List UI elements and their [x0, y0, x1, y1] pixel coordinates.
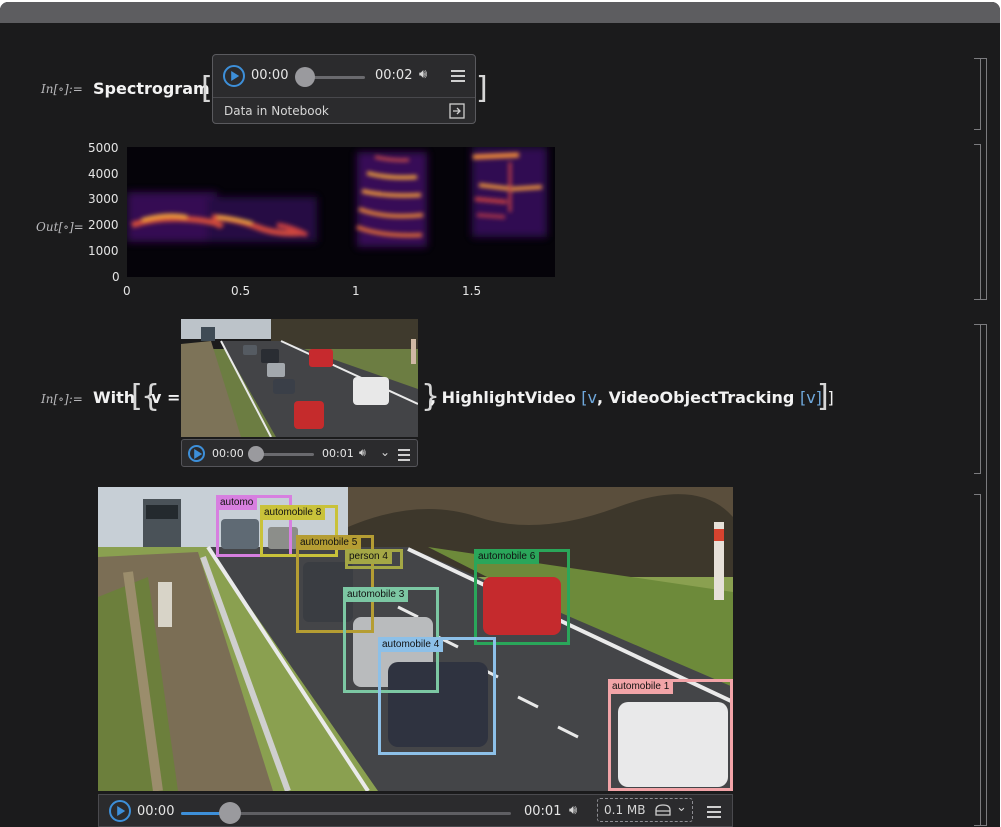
detection-box-automobile-4: automobile 4 — [378, 637, 496, 755]
x-tick: 1 — [352, 284, 360, 298]
output-label: Out[∘]= — [36, 220, 84, 234]
menu-icon[interactable] — [398, 449, 410, 464]
play-icon[interactable] — [223, 65, 245, 87]
input-label: In[∘]:= — [41, 392, 83, 406]
detection-box-automobile-1: automobile 1 — [608, 679, 733, 791]
storage-icon — [655, 804, 671, 816]
y-tick: 0 — [112, 270, 120, 284]
detection-label: person 4 — [345, 549, 392, 564]
detection-label: automobile 6 — [474, 549, 540, 564]
video-controls-small[interactable]: 00:00 00:01 🔊︎ ⌄ — [181, 439, 418, 467]
video-seek-handle[interactable] — [219, 802, 241, 824]
input-label: In[∘]:= — [41, 82, 83, 96]
x-tick: 0.5 — [231, 284, 251, 298]
video-current-time: 00:00 — [137, 804, 175, 819]
cell-bracket-group-1[interactable] — [980, 58, 987, 300]
video-thumbnail[interactable] — [181, 319, 418, 437]
volume-icon[interactable]: 🔊︎ — [359, 446, 366, 460]
menu-icon[interactable] — [707, 806, 721, 821]
x-tick: 0 — [123, 284, 131, 298]
close-bracket: ] — [476, 71, 488, 106]
detection-label: automobile 5 — [296, 535, 362, 550]
export-icon[interactable] — [449, 103, 465, 119]
highlighted-video[interactable]: automo automobile 8 automobile 5 person … — [98, 487, 733, 791]
video-current-time: 00:00 — [212, 447, 244, 460]
detection-label: automobile 4 — [378, 637, 444, 652]
y-tick: 2000 — [88, 218, 119, 232]
video-controls-large[interactable]: 00:00 00:01 🔊︎ 0.1 MB ⌄ — [98, 794, 733, 827]
volume-icon[interactable]: 🔊︎ — [419, 67, 427, 82]
videoobjecttracking-function: , VideoObjectTracking — [597, 388, 795, 407]
v-assignment: v = — [151, 388, 181, 407]
detection-box-automobile-6: automobile 6 — [474, 549, 570, 645]
cell-bracket-output-2[interactable] — [974, 494, 981, 826]
y-tick: 4000 — [88, 167, 119, 181]
highlightvideo-function: , HighlightVideo — [430, 388, 576, 407]
video-seek-handle[interactable] — [248, 446, 264, 462]
chevron-down-icon[interactable]: ⌄ — [380, 445, 390, 459]
audio-current-time: 00:00 — [251, 68, 289, 83]
variable-v2: v — [806, 388, 816, 407]
chevron-down-icon[interactable]: ⌄ — [676, 800, 687, 815]
spectrogram-function: Spectrogram — [93, 79, 210, 98]
video-total-time: 00:01 — [322, 447, 354, 460]
cell-bracket-group-2[interactable] — [980, 324, 987, 826]
with-keyword: With — [93, 388, 136, 407]
detection-label: automobile 3 — [343, 587, 409, 602]
y-tick: 5000 — [88, 141, 119, 155]
spectrogram-image — [127, 147, 555, 277]
highlight-expression: , HighlightVideo [v, VideoObjectTracking… — [430, 388, 834, 407]
volume-icon[interactable]: 🔊︎ — [569, 803, 577, 818]
detection-label: automobile 8 — [260, 505, 326, 520]
detection-box-person-4: person 4 — [345, 549, 403, 569]
open-bracket: [ — [201, 71, 213, 106]
detection-label: automobile 1 — [608, 679, 674, 694]
x-tick: 1.5 — [462, 284, 482, 298]
data-size-label: 0.1 MB — [604, 803, 646, 817]
play-icon[interactable] — [188, 445, 205, 462]
audio-seek-handle[interactable] — [295, 67, 315, 87]
menu-icon[interactable] — [451, 70, 465, 85]
audio-player[interactable]: 00:00 00:02 🔊︎ Data in Notebook — [212, 54, 476, 124]
data-in-notebook-label: Data in Notebook — [224, 104, 329, 118]
detection-label: automo — [216, 495, 258, 510]
variable-v: v — [587, 388, 598, 407]
cell-bracket-output-1[interactable] — [974, 144, 981, 300]
close-bracket: ] — [817, 379, 829, 414]
data-size-dropdown[interactable]: 0.1 MB ⌄ — [597, 798, 693, 822]
audio-total-time: 00:02 — [375, 68, 413, 83]
notebook-window: In[∘]:= Spectrogram [ ] 00:00 00:02 🔊︎ D… — [0, 2, 1000, 827]
play-icon[interactable] — [109, 800, 131, 822]
window-titlebar — [0, 2, 1000, 23]
video-total-time: 00:01 — [524, 804, 562, 819]
y-tick: 1000 — [88, 244, 119, 258]
y-tick: 3000 — [88, 192, 119, 206]
